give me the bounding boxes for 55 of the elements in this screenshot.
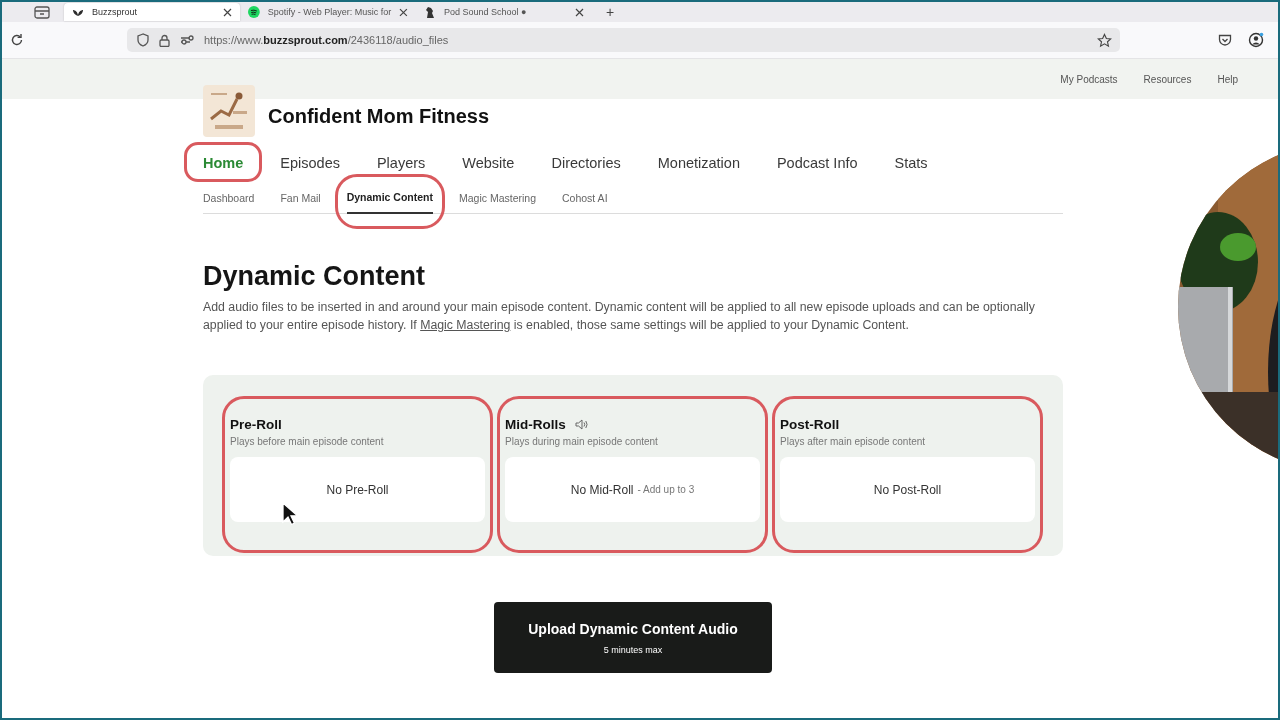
tab-overview-icon[interactable] <box>34 5 50 19</box>
nav-tab[interactable]: Website <box>462 155 515 171</box>
top-nav-link[interactable]: Help <box>1217 73 1238 85</box>
account-icon[interactable] <box>1248 32 1264 48</box>
roll-description: Plays before main episode content <box>230 436 385 447</box>
sub-nav-tab[interactable]: Dashboard <box>203 184 255 213</box>
empty-slot-box[interactable]: No Pre-Roll <box>230 457 485 522</box>
sub-nav-tab[interactable]: Dynamic Content <box>346 183 433 214</box>
nav-tab[interactable]: Home <box>203 155 244 171</box>
address-bar[interactable]: https://www.buzzsprout.com/2436118/audio_files <box>127 28 1120 52</box>
nav-tab[interactable]: Podcast Info <box>776 155 858 171</box>
nav-tab[interactable]: Directories <box>551 155 621 171</box>
slot-hint: - Add up to 3 <box>637 484 695 495</box>
top-nav-link[interactable]: My Podcasts <box>1060 73 1118 85</box>
mouse-pointer-icon <box>282 502 298 526</box>
browser-tab[interactable]: Buzzsprout <box>64 3 240 21</box>
star-icon[interactable] <box>1097 32 1112 48</box>
new-tab-button[interactable]: + <box>598 4 623 20</box>
close-icon[interactable] <box>575 7 584 17</box>
sprout-icon <box>72 7 84 17</box>
roll-description: Plays during main episode content <box>505 436 659 447</box>
close-icon[interactable] <box>223 7 232 17</box>
podcast-cover-icon <box>203 85 255 137</box>
upload-button[interactable]: Upload Dynamic Content Audio 5 minutes max <box>494 602 772 673</box>
page-description: Add audio files to be inserted in and around your main episode content. Dynamic content will be applied to all new episode uploads and can be optionally applied to your entire episode history. If Magic Mastering is enabled, those same settings will be applied to your Dynamic Content. <box>203 299 1036 334</box>
permissions-icon[interactable] <box>180 34 194 46</box>
sub-nav-tab[interactable]: Fan Mail <box>280 184 321 213</box>
roll-title: Pre-Roll <box>230 417 282 432</box>
sound-waves-logo-icon <box>248 6 260 18</box>
top-nav-link[interactable]: Resources <box>1143 73 1192 85</box>
empty-slot-box[interactable]: No Mid-Roll - Add up to 3 <box>505 457 760 522</box>
empty-slot-text: No Post-Roll <box>873 482 942 497</box>
close-icon[interactable] <box>399 7 408 17</box>
lock-icon[interactable] <box>159 33 170 47</box>
empty-slot-text: No Mid-Roll <box>570 482 634 497</box>
nav-tab[interactable]: Episodes <box>280 155 340 171</box>
reload-icon[interactable] <box>10 33 24 47</box>
shield-icon[interactable] <box>137 33 149 47</box>
pocket-icon[interactable] <box>1218 33 1232 47</box>
nav-tab[interactable]: Monetization <box>657 155 740 171</box>
browser-tab[interactable]: Pod Sound School ● <box>416 3 592 21</box>
nav-tab[interactable]: Players <box>376 155 426 171</box>
empty-slot-box[interactable]: No Post-Roll <box>780 457 1035 522</box>
roll-title: Post-Roll <box>780 417 840 432</box>
nav-tab[interactable]: Stats <box>894 155 928 171</box>
roll-description: Plays after main episode content <box>780 436 927 447</box>
roll-title: Mid-Rolls <box>505 417 566 432</box>
sub-nav-tab[interactable]: Cohost AI <box>562 184 608 213</box>
page-heading: Dynamic Content <box>203 261 427 292</box>
magic-mastering-link[interactable]: Magic Mastering <box>420 318 511 332</box>
browser-tab[interactable]: Spotify - Web Player: Music for <box>240 3 416 21</box>
speaker-icon[interactable] <box>574 419 588 430</box>
sub-nav-tab[interactable]: Magic Mastering <box>459 184 536 213</box>
empty-slot-text: No Pre-Roll <box>326 482 389 497</box>
podcast-title: Confident Mom Fitness <box>268 104 490 128</box>
